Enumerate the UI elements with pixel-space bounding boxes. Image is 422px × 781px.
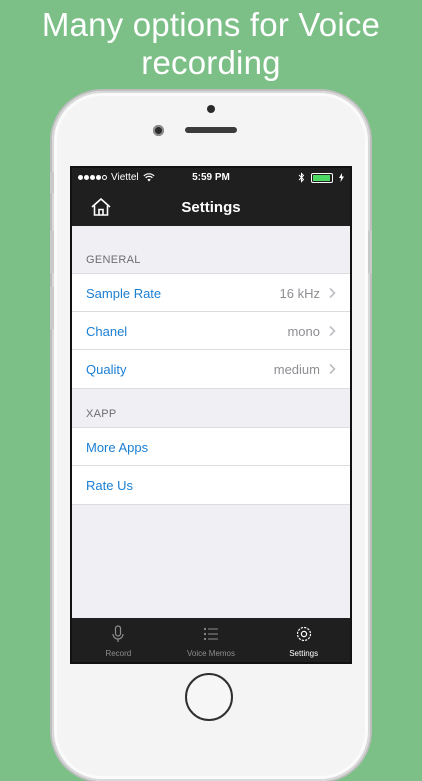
mute-switch [50,172,54,194]
row-value: 16 kHz [279,286,320,301]
headline: Many options for Voice recording [0,6,422,82]
tab-record[interactable]: Record [72,618,165,662]
more-apps-row[interactable]: More Apps [72,428,350,466]
row-value: mono [287,324,320,339]
front-camera [153,125,164,136]
tab-label: Record [105,649,132,658]
page-title: Settings [181,199,241,216]
chevron-right-icon [329,287,336,299]
section-header-xapp: XAPP [86,408,117,420]
row-label: Quality [86,362,127,377]
row-label: Sample Rate [86,286,162,301]
tab-label: Settings [289,649,319,658]
charging-icon [339,173,344,182]
tab-settings[interactable]: Settings [257,618,350,662]
earpiece-speaker [185,127,237,133]
row-label: Rate Us [86,478,133,493]
volume-down-button [50,286,54,330]
xapp-group: More Apps Rate Us [72,427,350,505]
bluetooth-icon [298,172,305,183]
gear-icon [296,626,311,642]
row-label: More Apps [86,440,149,455]
headline-line-1: Many options for Voice [41,6,381,43]
power-button [368,230,372,274]
row-value: medium [273,362,320,377]
sensor-dot [207,105,215,113]
status-bar: Viettel 5:59 PM [72,168,350,188]
battery-icon [311,172,333,183]
tab-voice-memos[interactable]: Voice Memos [165,618,258,662]
navigation-bar: Settings [72,188,350,226]
section-header-general: GENERAL [86,254,141,266]
headline-line-2: recording [141,44,281,81]
microphone-icon [112,625,124,642]
home-button[interactable] [185,673,233,721]
chevron-right-icon [329,325,336,337]
phone-screen: Viettel 5:59 PM Settings GENERAL Sample … [70,166,352,664]
rate-us-row[interactable]: Rate Us [72,466,350,504]
volume-up-button [50,230,54,274]
quality-row[interactable]: Quality medium [72,350,350,388]
list-icon [203,627,218,641]
general-settings-group: Sample Rate 16 kHz Chanel mono Quality m… [72,273,350,389]
sample-rate-row[interactable]: Sample Rate 16 kHz [72,274,350,312]
tab-label: Voice Memos [186,649,236,658]
chevron-right-icon [329,363,336,375]
tab-bar: Record Voice Memos Settings [72,618,350,662]
row-label: Chanel [86,324,128,339]
channel-row[interactable]: Chanel mono [72,312,350,350]
